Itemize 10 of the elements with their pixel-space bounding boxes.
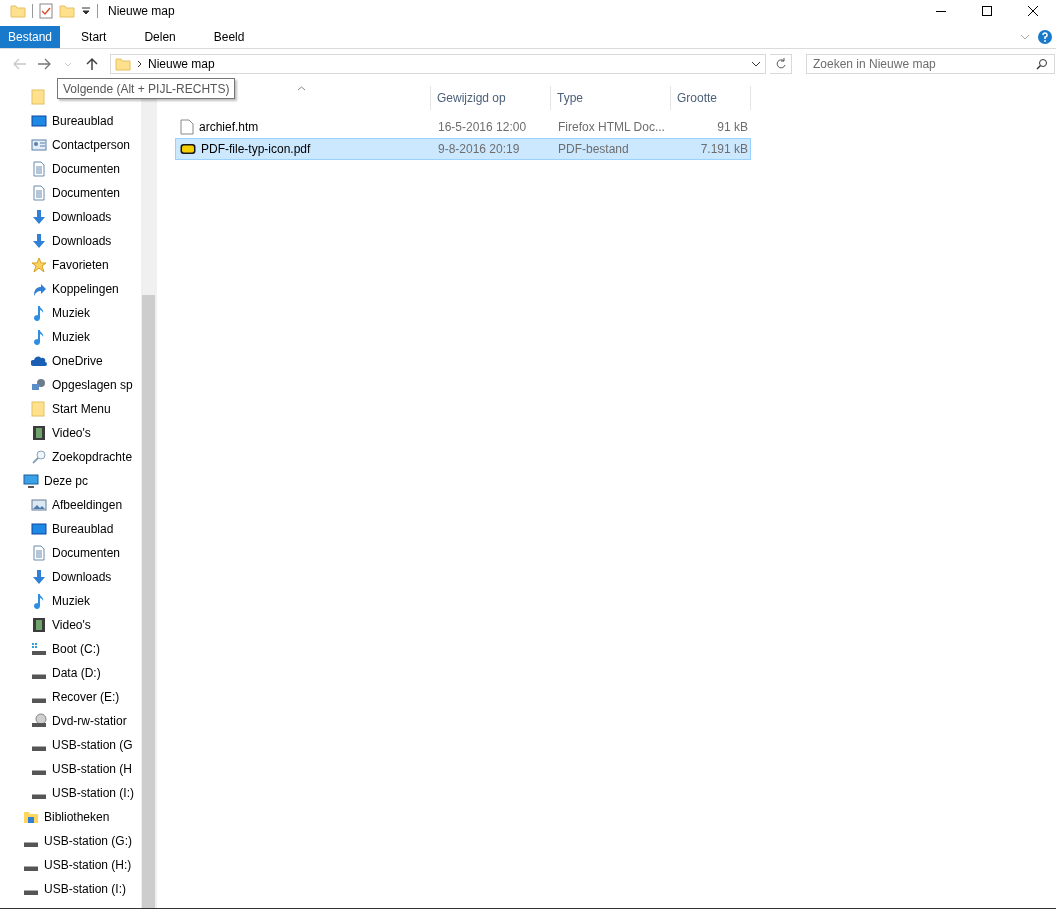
file-type: PDF-bestand (557, 142, 630, 156)
window-title: Nieuwe map (108, 4, 175, 18)
file-name: PDF-file-typ-icon.pdf (201, 142, 311, 156)
tooltip: Volgende (Alt + PIJL-RECHTS) (57, 78, 236, 99)
file-size: 91 kB (716, 120, 749, 134)
file-name: archief.htm (199, 120, 259, 134)
file-type: Firefox HTML Doc... (557, 120, 666, 134)
file-size: 7.191 kB (699, 142, 749, 156)
modified-date: 16-5-2016 12:00 (437, 120, 528, 134)
modified-date: 9-8-2016 20:19 (437, 142, 521, 156)
